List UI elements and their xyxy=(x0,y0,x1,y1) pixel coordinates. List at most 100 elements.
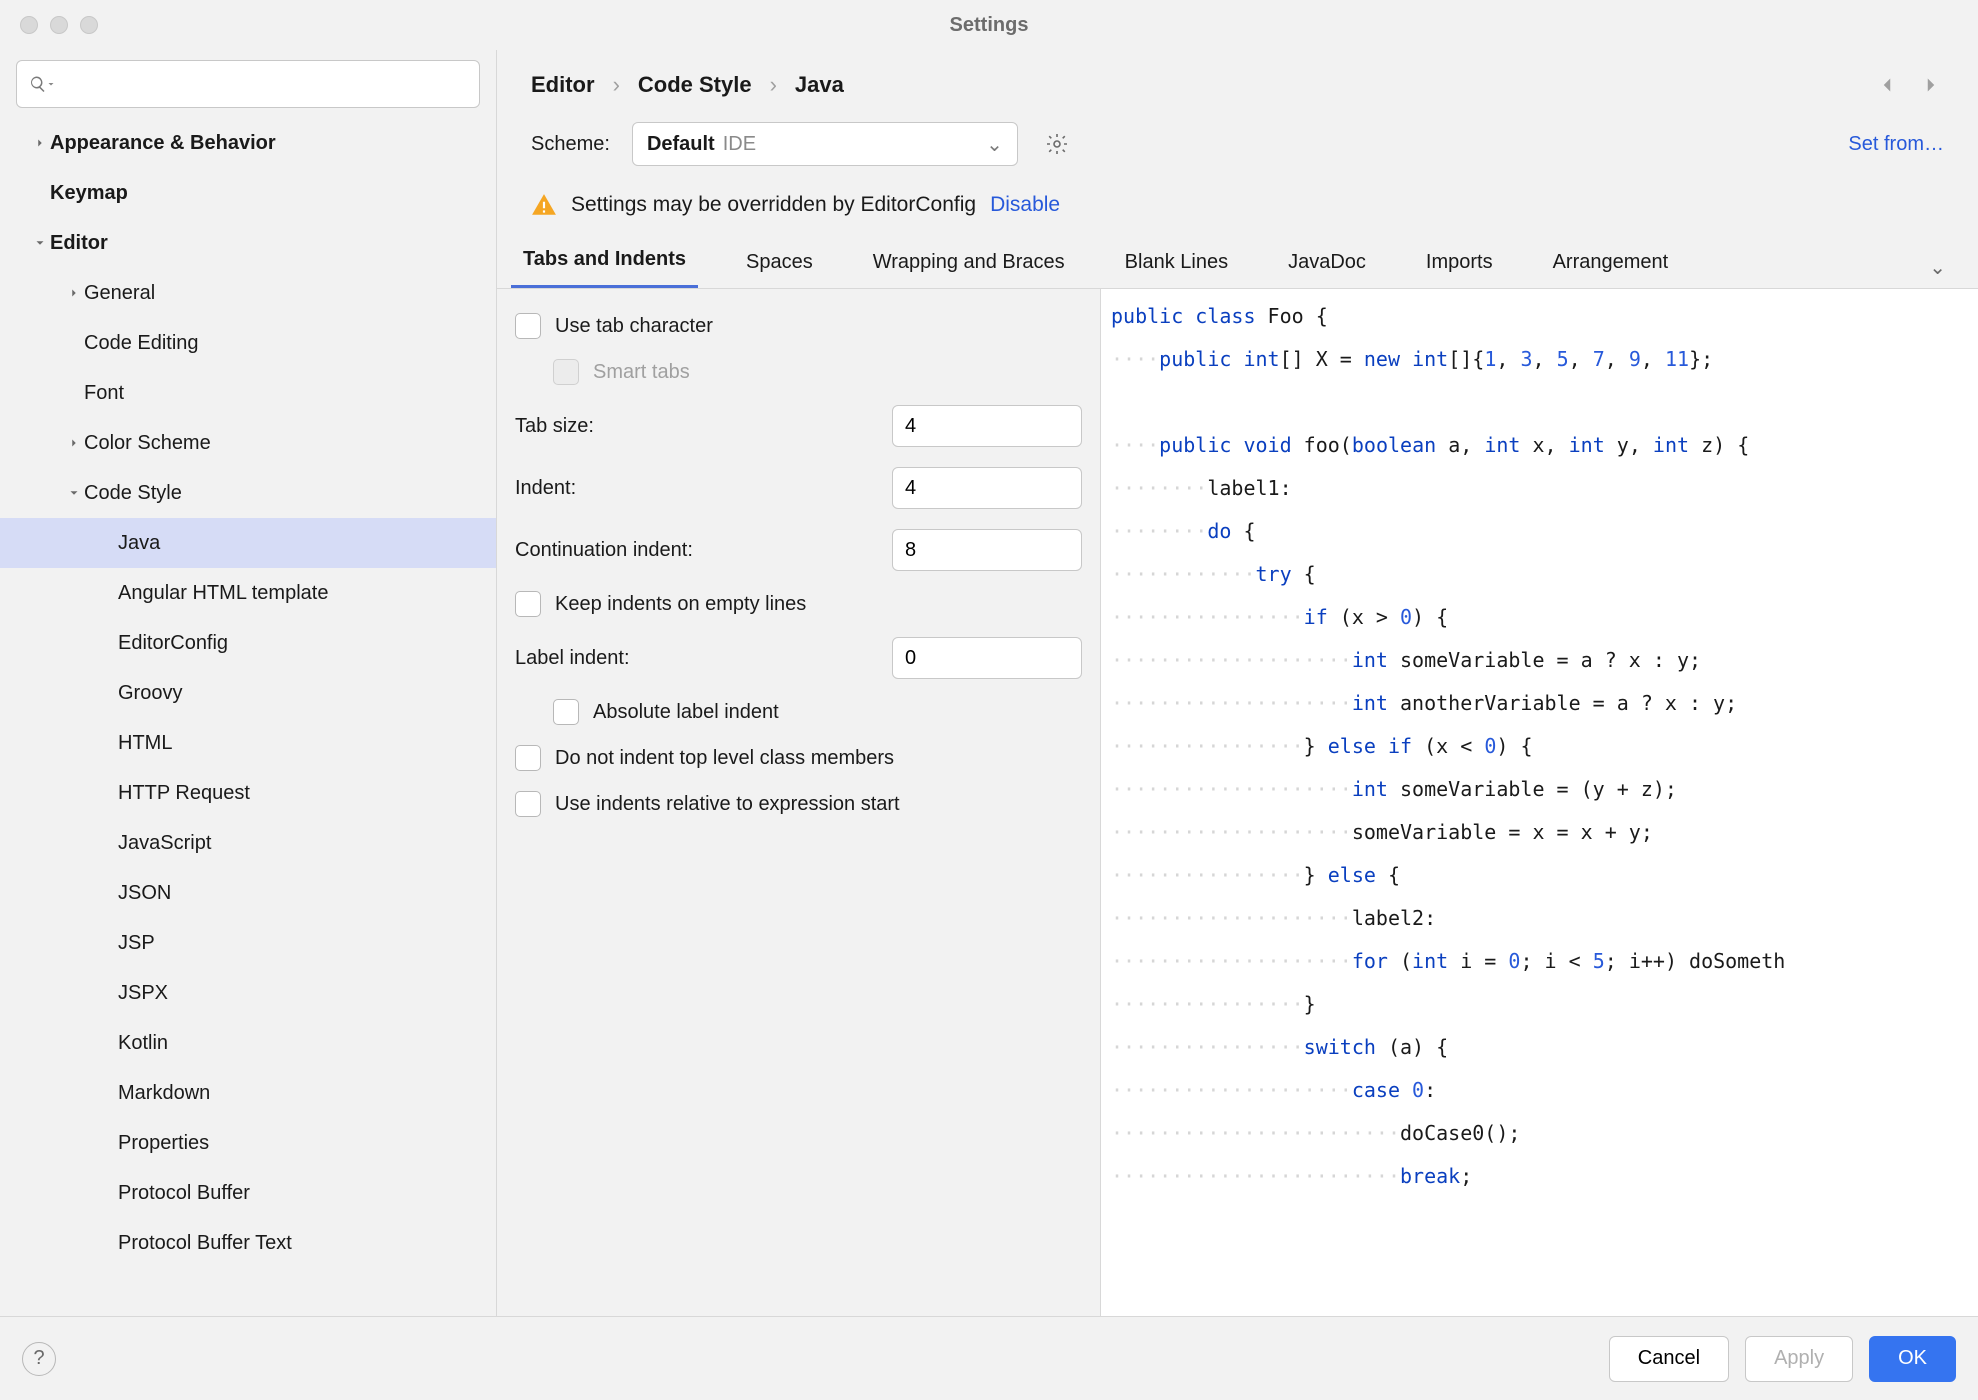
footer: ? Cancel Apply OK xyxy=(0,1316,1978,1400)
tree-label: Editor xyxy=(50,232,108,255)
abs-label-checkbox[interactable] xyxy=(553,699,579,725)
tabs: Tabs and Indents Spaces Wrapping and Brace… xyxy=(497,234,1978,289)
tree-item[interactable]: Color Scheme xyxy=(0,418,496,468)
main-panel: Editor › Code Style › Java Scheme: Defau… xyxy=(497,50,1978,1316)
tree-label: Properties xyxy=(118,1132,209,1155)
tab-size-label: Tab size: xyxy=(515,415,594,438)
tree-item[interactable]: Kotlin xyxy=(0,1018,496,1068)
label-indent-input[interactable] xyxy=(892,637,1082,679)
tree-item[interactable]: Code Editing xyxy=(0,318,496,368)
tree-item[interactable]: Keymap xyxy=(0,168,496,218)
help-button[interactable]: ? xyxy=(22,1342,56,1376)
scheme-select[interactable]: Default IDE ⌄ xyxy=(632,122,1018,166)
tab[interactable]: Spaces xyxy=(734,237,825,288)
chevron-right-icon xyxy=(64,286,84,300)
tree-label: JSPX xyxy=(118,982,168,1005)
keep-empty-label: Keep indents on empty lines xyxy=(555,593,806,616)
tree-item[interactable]: JSON xyxy=(0,868,496,918)
code-preview: public class Foo { ····public int[] X = … xyxy=(1101,289,1978,1316)
tree-label: Keymap xyxy=(50,182,128,205)
tree-label: Groovy xyxy=(118,682,182,705)
breadcrumb-item[interactable]: Java xyxy=(795,72,844,98)
options-form: Use tab character Smart tabs Tab size: I… xyxy=(497,289,1101,1316)
tree-label: Markdown xyxy=(118,1082,210,1105)
tree-label: Angular HTML template xyxy=(118,582,328,605)
tree-item[interactable]: Angular HTML template xyxy=(0,568,496,618)
tree-item[interactable]: General xyxy=(0,268,496,318)
cancel-button[interactable]: Cancel xyxy=(1609,1336,1729,1382)
breadcrumb-item[interactable]: Code Style xyxy=(638,72,752,98)
nav-forward-icon[interactable] xyxy=(1918,72,1944,98)
tree-item[interactable]: Protocol Buffer Text xyxy=(0,1218,496,1268)
scheme-label: Scheme: xyxy=(531,133,610,156)
scheme-value: Default xyxy=(647,133,715,156)
tab[interactable]: Arrangement xyxy=(1541,237,1681,288)
tree-item[interactable]: Groovy xyxy=(0,668,496,718)
tab[interactable]: Tabs and Indents xyxy=(511,234,698,288)
tab[interactable]: Blank Lines xyxy=(1113,237,1240,288)
tree-item[interactable]: EditorConfig xyxy=(0,618,496,668)
chevron-down-icon[interactable]: ⌄ xyxy=(1921,247,1954,288)
tree-item[interactable]: JSPX xyxy=(0,968,496,1018)
abs-label-label: Absolute label indent xyxy=(593,701,779,724)
tab[interactable]: Imports xyxy=(1414,237,1505,288)
tree-label: Appearance & Behavior xyxy=(50,132,276,155)
scheme-actions-button[interactable] xyxy=(1040,127,1074,161)
tree-item[interactable]: JavaScript xyxy=(0,818,496,868)
zoom-icon[interactable] xyxy=(80,16,98,34)
tree-item[interactable]: Code Style xyxy=(0,468,496,518)
tree-item[interactable]: Java xyxy=(0,518,496,568)
search-input[interactable] xyxy=(16,60,480,108)
no-top-level-checkbox[interactable] xyxy=(515,745,541,771)
minimize-icon[interactable] xyxy=(50,16,68,34)
chevron-right-icon xyxy=(64,436,84,450)
disable-link[interactable]: Disable xyxy=(990,193,1060,217)
tab-size-input[interactable] xyxy=(892,405,1082,447)
tree-label: Protocol Buffer Text xyxy=(118,1232,292,1255)
nav-back-icon[interactable] xyxy=(1874,72,1900,98)
tree-item[interactable]: HTTP Request xyxy=(0,768,496,818)
tree-item[interactable]: Editor xyxy=(0,218,496,268)
label-indent-label: Label indent: xyxy=(515,647,630,670)
ok-button[interactable]: OK xyxy=(1869,1336,1956,1382)
no-top-level-label: Do not indent top level class members xyxy=(555,747,894,770)
scheme-suffix: IDE xyxy=(723,133,756,156)
tree-label: Font xyxy=(84,382,124,405)
indent-input[interactable] xyxy=(892,467,1082,509)
sidebar: Appearance & Behavior Keymap Editor General… xyxy=(0,50,497,1316)
cont-indent-input[interactable] xyxy=(892,529,1082,571)
tree-item[interactable]: Font xyxy=(0,368,496,418)
tree-item[interactable]: HTML xyxy=(0,718,496,768)
breadcrumb-sep: › xyxy=(613,72,620,98)
use-tab-char-checkbox[interactable] xyxy=(515,313,541,339)
tab[interactable]: JavaDoc xyxy=(1276,237,1378,288)
keep-empty-checkbox[interactable] xyxy=(515,591,541,617)
chevron-down-icon: ⌄ xyxy=(986,132,1003,157)
apply-button[interactable]: Apply xyxy=(1745,1336,1853,1382)
rel-expr-label: Use indents relative to expression start xyxy=(555,793,900,816)
tree-item[interactable]: Appearance & Behavior xyxy=(0,118,496,168)
breadcrumb: Editor › Code Style › Java xyxy=(497,50,1978,112)
gear-icon xyxy=(1045,132,1069,156)
tree-label: HTTP Request xyxy=(118,782,250,805)
tree-item[interactable]: Properties xyxy=(0,1118,496,1168)
set-from-link[interactable]: Set from… xyxy=(1848,133,1944,156)
breadcrumb-item[interactable]: Editor xyxy=(531,72,595,98)
cont-indent-label: Continuation indent: xyxy=(515,539,693,562)
tree-item[interactable]: Markdown xyxy=(0,1068,496,1118)
window-title: Settings xyxy=(950,14,1029,37)
tab[interactable]: Wrapping and Braces xyxy=(861,237,1077,288)
chevron-right-icon xyxy=(30,136,50,150)
warning-text: Settings may be overridden by EditorConf… xyxy=(571,193,976,217)
close-icon[interactable] xyxy=(20,16,38,34)
tree-item[interactable]: JSP xyxy=(0,918,496,968)
tree-label: Kotlin xyxy=(118,1032,168,1055)
tree-label: EditorConfig xyxy=(118,632,228,655)
tree-item[interactable]: Protocol Buffer xyxy=(0,1168,496,1218)
rel-expr-checkbox[interactable] xyxy=(515,791,541,817)
indent-label: Indent: xyxy=(515,477,576,500)
tree-label: General xyxy=(84,282,155,305)
settings-tree[interactable]: Appearance & Behavior Keymap Editor General… xyxy=(0,118,496,1316)
traffic-lights xyxy=(20,16,98,34)
tree-label: Protocol Buffer xyxy=(118,1182,250,1205)
